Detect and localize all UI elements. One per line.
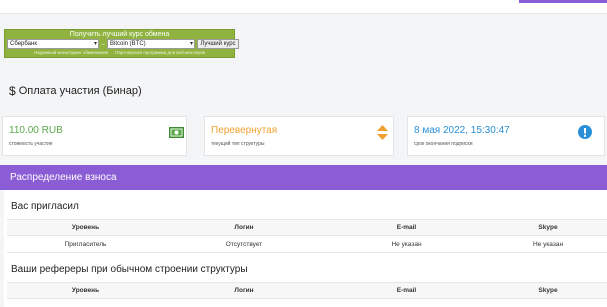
widget-title: Получить лучший курс обмена — [69, 31, 170, 38]
subscription-end-card: 8 мая 2022, 15:30:47 срок окончания подп… — [407, 116, 605, 156]
cell-email: Не указан — [391, 240, 422, 248]
column-header-skype: Skype — [538, 287, 558, 294]
column-header-login: Логин — [234, 287, 254, 294]
arrow-right-icon: → — [100, 41, 106, 47]
money-icon — [169, 125, 184, 143]
referrals-table: Уровень Логин E-mail Skype — [7, 282, 607, 299]
cell-level: Пригласитель — [64, 240, 107, 248]
from-currency-select[interactable]: Сбербанк ▾ — [7, 39, 99, 49]
table-row: Пригласитель Отсутствует Не указан Не ук… — [7, 236, 607, 253]
from-currency-value: Сбербанк — [10, 41, 37, 47]
exchange-rate-widget: Получить лучший курс обмена Сбербанк ▾ →… — [4, 29, 239, 58]
chevron-down-icon: ▾ — [189, 41, 193, 47]
sort-arrows-icon — [377, 125, 388, 145]
referrals-heading: Ваши рефереры при обычном строении струк… — [11, 264, 248, 275]
page-title-text: Оплата участия (Бинар) — [18, 85, 142, 97]
card-value: Перевернутая — [211, 125, 278, 136]
chevron-down-icon: ▾ — [93, 41, 97, 47]
card-value: 110.00 RUB — [9, 125, 63, 136]
alert-circle-icon — [578, 125, 592, 144]
column-header-level: Уровень — [71, 287, 100, 294]
cell-skype: Не указан — [532, 240, 564, 248]
column-header-email: E-mail — [396, 287, 417, 294]
cell-login: Отсутствует — [225, 240, 263, 248]
to-currency-select[interactable]: Bitcoin (BTC) ▾ — [107, 39, 195, 49]
card-subtitle: срок окончания подписки — [414, 141, 473, 147]
monitoring-link[interactable]: Надежный мониторинг обменников — [34, 50, 108, 55]
column-header-email: E-mail — [396, 224, 417, 231]
column-header-login: Логин — [234, 224, 254, 231]
invited-table: Уровень Логин E-mail Skype Пригласитель … — [7, 219, 607, 253]
invited-heading: Вас пригласил — [11, 201, 79, 212]
participation-cost-card: 110.00 RUB стоимость участия — [2, 116, 187, 156]
structure-type-card: Перевернутая текущий тип структуры — [204, 116, 394, 156]
table-header-row: Уровень Логин E-mail Skype — [7, 219, 607, 236]
top-bar — [0, 0, 607, 14]
card-value: 8 мая 2022, 15:30:47 — [414, 125, 510, 136]
column-header-skype: Skype — [538, 224, 558, 231]
top-bar-accent — [519, 0, 607, 3]
section-header: Распределение взноса — [0, 165, 607, 190]
to-currency-value: Bitcoin (BTC) — [110, 41, 146, 47]
widget-links: Надежный мониторинг обменников Партнерск… — [5, 50, 234, 55]
best-rate-button[interactable]: Лучший курс — [197, 39, 239, 49]
dollar-icon: $ — [9, 84, 16, 98]
page-title: $ Оплата участия (Бинар) — [9, 84, 142, 98]
card-subtitle: текущий тип структуры — [211, 141, 265, 147]
table-header-row: Уровень Логин E-mail Skype — [7, 282, 607, 299]
column-header-level: Уровень — [71, 224, 100, 231]
partner-program-link[interactable]: Партнерская программа для веб-мастеров — [115, 50, 205, 55]
card-subtitle: стоимость участия — [9, 141, 53, 147]
